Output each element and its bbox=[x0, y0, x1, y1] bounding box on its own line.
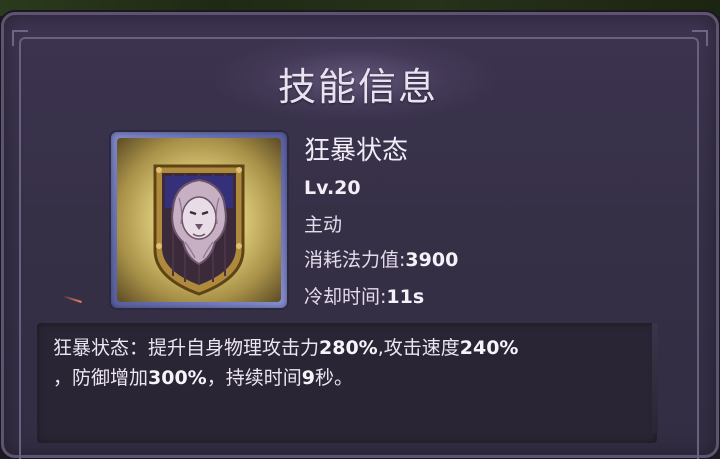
skill-level: Lv.20 bbox=[304, 177, 361, 199]
scrollbar-track[interactable] bbox=[652, 323, 658, 433]
panel-title: 技能信息 bbox=[277, 65, 438, 109]
skill-type: 主动 bbox=[304, 214, 343, 236]
mana-cost-value: 3900 bbox=[405, 249, 459, 271]
desc-attack-value: 280% bbox=[319, 337, 378, 359]
mana-cost-label: 消耗法力值: bbox=[304, 249, 406, 271]
desc-text: ，防御增加 bbox=[53, 367, 149, 389]
cooldown-label: 冷却时间: bbox=[304, 286, 387, 308]
cooldown-value: 11s bbox=[386, 286, 425, 308]
desc-text: ，持续时间 bbox=[206, 367, 302, 389]
frame-corner-ornament bbox=[692, 30, 708, 46]
skill-description: 狂暴状态：提升自身物理攻击力280%,攻击速度240% ，防御增加300%，持续时… bbox=[53, 333, 643, 393]
desc-duration-value: 9 bbox=[301, 367, 315, 389]
desc-text: ,攻击速度 bbox=[377, 337, 460, 359]
lion-shield-icon bbox=[117, 138, 281, 302]
desc-defense-value: 300% bbox=[148, 367, 207, 389]
desc-text: 秒。 bbox=[314, 367, 353, 389]
mana-cost: 消耗法力值:3900 bbox=[304, 245, 458, 272]
desc-speed-value: 240% bbox=[459, 337, 519, 359]
skill-name: 狂暴状态 bbox=[304, 136, 409, 166]
desc-text: 狂暴状态：提升自身物理攻击力 bbox=[53, 337, 320, 359]
cooldown: 冷却时间:11s bbox=[304, 282, 424, 309]
frame-corner-ornament bbox=[12, 30, 28, 46]
skill-icon-frame[interactable] bbox=[111, 132, 287, 308]
